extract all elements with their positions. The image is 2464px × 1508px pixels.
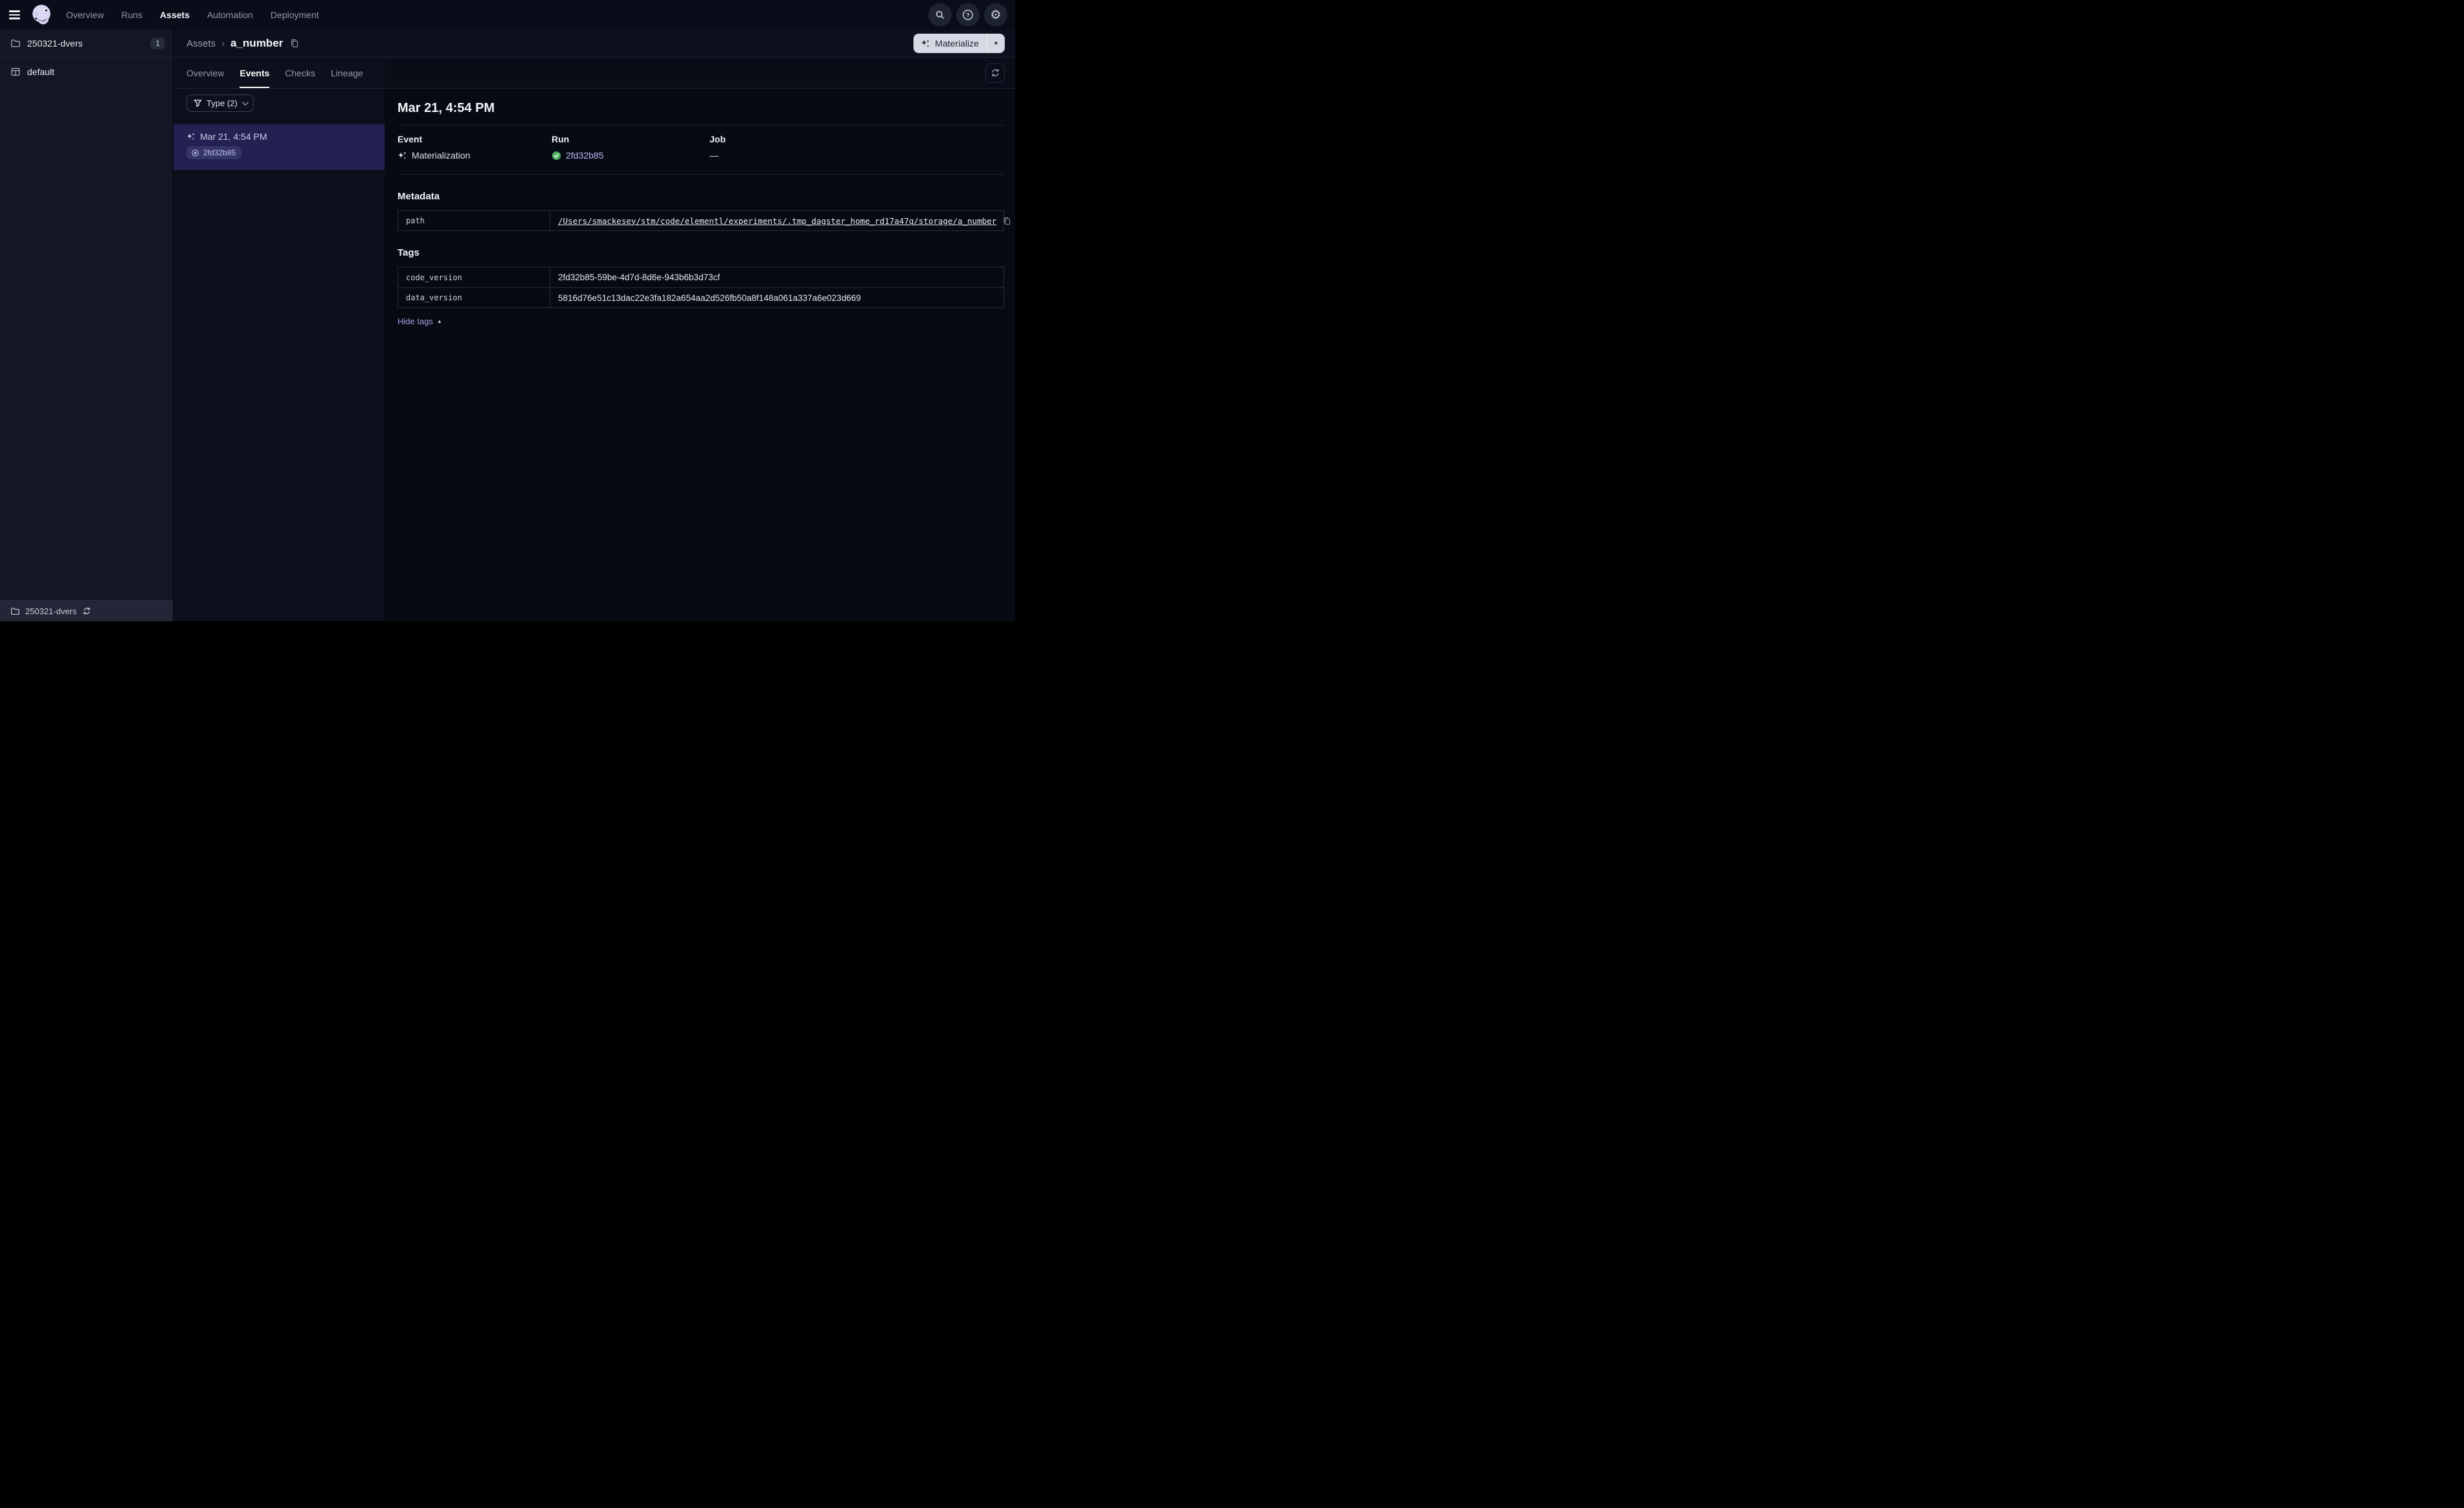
tab-events[interactable]: Events <box>240 58 270 88</box>
main-panel: Assets › a_number Materialize ▾ Overview… <box>174 30 1015 621</box>
metadata-table: path /Users/smackesey/stm/code/elementl/… <box>398 210 1011 231</box>
tab-overview[interactable]: Overview <box>186 58 224 88</box>
event-column-label: Event <box>398 134 423 144</box>
caret-down-icon: ▾ <box>994 39 998 47</box>
events-list-panel: Type (2) Mar 21, 4:54 PM 2fd32b85 <box>174 89 385 621</box>
asset-group-icon <box>10 67 21 77</box>
event-detail-panel: Mar 21, 4:54 PM Event Materialization Ru… <box>385 89 1015 621</box>
tag-value: 2fd32b85-59be-4d7d-8d6e-943b6b3d73cf <box>558 272 720 282</box>
hamburger-menu-icon[interactable] <box>9 7 25 23</box>
top-nav: Overview Runs Assets Automation Deployme… <box>0 0 1015 30</box>
svg-text:?: ? <box>966 12 970 19</box>
asset-header: Assets › a_number Materialize ▾ <box>174 30 1015 58</box>
breadcrumb-assets-link[interactable]: Assets <box>186 38 216 49</box>
folder-icon <box>10 606 20 616</box>
asset-name: a_number <box>230 37 284 49</box>
materialization-sparkle-icon <box>186 132 196 141</box>
filter-label: Type (2) <box>207 98 238 108</box>
sidebar-item-default-group[interactable]: default <box>0 58 173 85</box>
event-column: Event Materialization <box>398 134 552 161</box>
table-row: code_version 2fd32b85-59be-4d7d-8d6e-943… <box>398 267 1003 287</box>
settings-button[interactable]: ⚙ <box>984 3 1007 27</box>
hide-tags-link[interactable]: Hide tags ▲ <box>398 316 442 326</box>
job-value: — <box>710 150 719 161</box>
event-type-value: Materialization <box>412 150 471 161</box>
asset-tabs-row: Overview Events Checks Lineage <box>174 58 1015 89</box>
run-column: Run 2fd32b85 <box>552 134 710 161</box>
metadata-key: path <box>398 211 550 230</box>
nav-item-automation[interactable]: Automation <box>207 10 253 20</box>
breadcrumb-separator: › <box>221 38 225 49</box>
nav-item-overview[interactable]: Overview <box>66 10 104 20</box>
materialization-sparkle-icon <box>398 151 407 161</box>
asset-groups-sidebar: 250321-dvers 1 default 250321-dvers <box>0 30 174 621</box>
run-success-icon <box>552 151 561 161</box>
tag-key: data_version <box>398 288 550 307</box>
refresh-events-button[interactable] <box>985 63 1005 83</box>
run-status-icon <box>191 149 199 157</box>
materialize-button-group: Materialize ▾ <box>913 34 1005 53</box>
folder-icon <box>10 38 21 49</box>
asset-tabs: Overview Events Checks Lineage <box>174 58 385 88</box>
metadata-heading: Metadata <box>398 191 440 202</box>
sidebar-item-label: default <box>27 66 55 77</box>
breadcrumb: Assets › a_number <box>186 37 299 50</box>
copy-path-icon[interactable] <box>1003 217 1011 225</box>
metadata-path-link[interactable]: /Users/smackesey/stm/code/elementl/exper… <box>558 216 996 226</box>
chevron-up-icon: ▲ <box>436 318 442 324</box>
tag-key: code_version <box>398 267 550 287</box>
materialize-label: Materialize <box>935 38 979 49</box>
help-button[interactable]: ? <box>956 3 980 27</box>
asset-count-badge: 1 <box>150 38 165 49</box>
materialize-dropdown-button[interactable]: ▾ <box>987 34 1005 53</box>
copy-asset-name-icon[interactable] <box>290 39 299 48</box>
search-icon <box>935 10 945 20</box>
run-id-link[interactable]: 2fd32b85 <box>566 150 603 161</box>
materialize-sparkle-icon <box>921 39 930 49</box>
footer-location-label: 250321-dvers <box>25 606 77 616</box>
nav-item-assets[interactable]: Assets <box>160 10 190 20</box>
sidebar-item-label: 250321-dvers <box>27 38 83 49</box>
refresh-icon <box>991 68 1000 78</box>
tag-value: 5816d76e51c13dac22e3fa182a654aa2d526fb50… <box>558 293 861 303</box>
help-icon: ? <box>962 9 974 21</box>
app-window: Overview Runs Assets Automation Deployme… <box>0 0 1015 621</box>
event-list-item-selected[interactable]: Mar 21, 4:54 PM 2fd32b85 <box>174 124 385 170</box>
hide-tags-label: Hide tags <box>398 316 433 326</box>
event-type-filter[interactable]: Type (2) <box>186 94 254 112</box>
job-column: Job — <box>710 134 1004 161</box>
search-button[interactable] <box>928 3 952 27</box>
nav-item-deployment[interactable]: Deployment <box>271 10 319 20</box>
gear-icon: ⚙ <box>990 7 1002 22</box>
materialize-button[interactable]: Materialize <box>913 34 987 53</box>
event-run-id: 2fd32b85 <box>203 148 236 157</box>
tab-lineage[interactable]: Lineage <box>331 58 363 88</box>
event-timestamp: Mar 21, 4:54 PM <box>200 131 267 142</box>
event-run-tag[interactable]: 2fd32b85 <box>186 146 242 159</box>
sidebar-item-code-location[interactable]: 250321-dvers 1 <box>0 30 173 58</box>
event-detail-title: Mar 21, 4:54 PM <box>398 101 495 115</box>
chevron-down-icon <box>241 99 249 106</box>
table-row: path /Users/smackesey/stm/code/elementl/… <box>398 211 1011 230</box>
sidebar-footer-code-location[interactable]: 250321-dvers <box>0 600 173 621</box>
job-column-label: Job <box>710 134 726 144</box>
primary-nav: Overview Runs Assets Automation Deployme… <box>66 10 319 20</box>
table-row: data_version 5816d76e51c13dac22e3fa182a6… <box>398 287 1003 307</box>
nav-item-runs[interactable]: Runs <box>121 10 142 20</box>
filter-funnel-icon <box>194 99 202 107</box>
dagster-logo[interactable] <box>30 2 54 28</box>
tab-checks[interactable]: Checks <box>285 58 315 88</box>
run-column-label: Run <box>552 134 570 144</box>
reload-location-icon[interactable] <box>82 606 91 615</box>
tags-heading: Tags <box>398 247 420 258</box>
tags-table: code_version 2fd32b85-59be-4d7d-8d6e-943… <box>398 267 1004 308</box>
